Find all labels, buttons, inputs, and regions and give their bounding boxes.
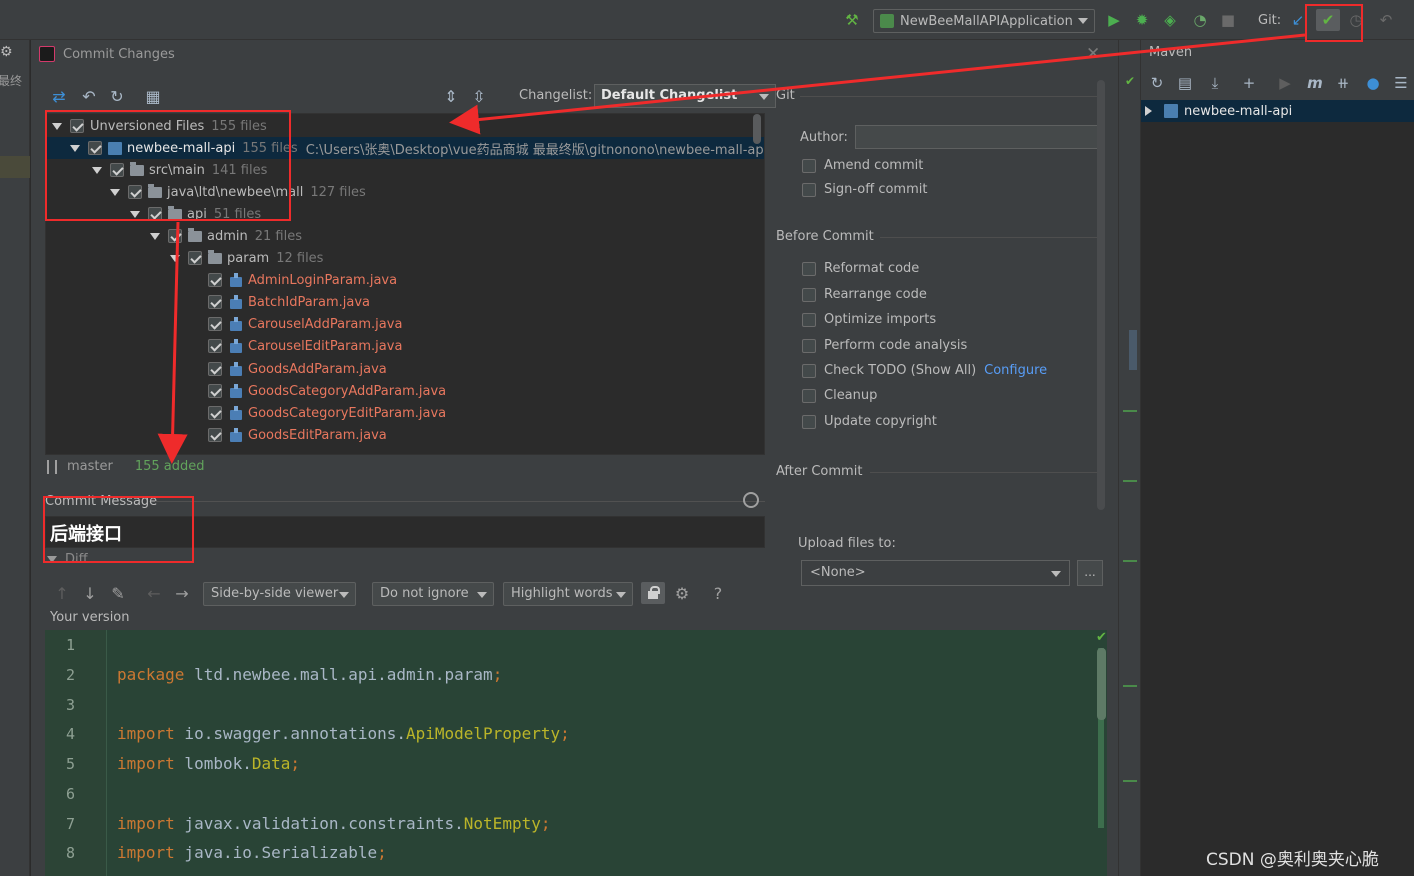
annotation-arrow [449,33,1306,135]
annotation-arrows [157,33,1306,464]
watermark: CSDN @奥利奥夹心脆 [1206,850,1379,870]
annotation-arrow [157,221,188,464]
